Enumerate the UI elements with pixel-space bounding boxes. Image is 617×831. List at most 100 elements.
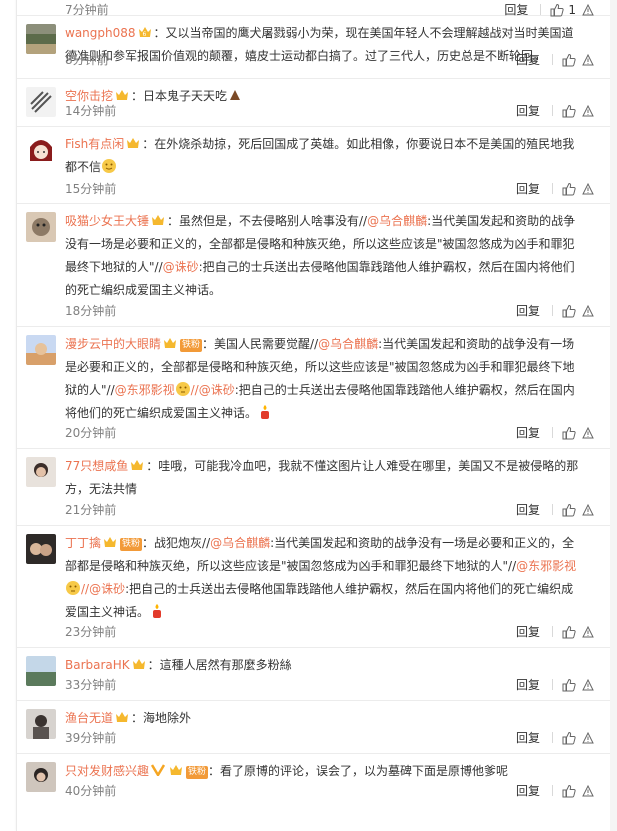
report-icon[interactable] [582, 678, 594, 691]
avatar[interactable] [26, 457, 56, 487]
vip-crown-icon [116, 712, 129, 722]
vip-crown-icon [164, 338, 177, 348]
mention-link[interactable]: @东邪影视 [516, 559, 576, 573]
avatar[interactable] [26, 335, 56, 365]
reply-button[interactable]: 回复 [516, 302, 540, 319]
comment-text: ：海地除外 [131, 711, 192, 725]
vip-crown-icon [152, 215, 165, 225]
comment-content: 77只想咸鱼 ：哇哦，可能我冷血吧，我就不懂这图片让人难受在哪里，美国又不是被侵略… [65, 455, 585, 501]
username-link[interactable]: 渔台无道 [65, 711, 113, 725]
comment-time: 18分钟前 [65, 304, 117, 318]
like-icon[interactable] [562, 503, 576, 517]
report-icon[interactable] [582, 426, 594, 439]
fan-badge: 铁粉 [186, 766, 209, 779]
divider [552, 785, 553, 796]
mention-link[interactable]: //@诛砂 [81, 582, 125, 596]
page-edge [610, 0, 617, 831]
smirk-emoji-icon [102, 159, 117, 173]
reply-button[interactable]: 回复 [516, 623, 540, 640]
report-icon[interactable] [582, 104, 594, 117]
reply-button[interactable]: 回复 [516, 180, 540, 197]
comment-text: ：战犯炮灰// [142, 536, 211, 550]
reply-button[interactable]: 回复 [516, 424, 540, 441]
username-link[interactable]: 漫步云中的大眼睛 [65, 337, 161, 351]
username-link[interactable]: wangph088 [65, 26, 136, 40]
reply-button[interactable]: 回复 [516, 782, 540, 799]
comment-actions: 回复 [516, 180, 594, 197]
avatar[interactable] [26, 212, 56, 242]
comment-content: 漫步云中的大眼睛 铁粉 ：美国人民需要觉醒//@乌合麒麟:当代美国发起和资助的战争没… [65, 333, 585, 425]
comment-content: 只对发财感兴趣 铁粉 ：看了原博的评论，误会了，以为墓碑下面是原博他爹呢 [65, 760, 585, 783]
comment-time: 21分钟前 [65, 503, 117, 517]
reply-button[interactable]: 回复 [516, 729, 540, 746]
report-icon[interactable] [582, 182, 594, 195]
username-link[interactable]: Fish有点闲 [65, 137, 124, 151]
avatar[interactable] [26, 24, 56, 54]
report-icon[interactable] [582, 503, 594, 516]
like-icon[interactable] [562, 625, 576, 639]
report-icon[interactable] [582, 625, 594, 638]
like-icon[interactable] [562, 678, 576, 692]
like-icon[interactable] [562, 182, 576, 196]
username-link[interactable]: 77只想咸鱼 [65, 459, 128, 473]
username-link[interactable]: 吸猫少女王大锤 [65, 214, 149, 228]
mention-link[interactable]: @东邪影视 [115, 383, 175, 397]
username-link[interactable]: 只对发财感兴趣 [65, 764, 149, 778]
like-icon[interactable] [562, 304, 576, 318]
report-icon[interactable] [582, 304, 594, 317]
list-item: BarbaraHK ：這種人居然有那麼多粉絲 33分钟前 回复 [17, 647, 611, 701]
divider [552, 504, 553, 515]
comment-time: 39分钟前 [65, 731, 117, 745]
comment-time: 8分钟前 [65, 53, 109, 67]
like-icon[interactable] [562, 104, 576, 118]
mention-link[interactable]: @乌合麒麟 [318, 337, 378, 351]
comment-time: 33分钟前 [65, 678, 117, 692]
divider [552, 427, 553, 438]
comment-content: 空你击挖 ：日本鬼子天天吃 [65, 85, 585, 108]
list-item: Fish有点闲 ：在外烧杀劫掠，死后回国成了英雄。如此相像，你要说日本不是美国的殖… [17, 126, 611, 204]
comment-actions: 回复 [516, 729, 594, 746]
username-link[interactable]: BarbaraHK [65, 658, 130, 672]
mention-link[interactable]: @诛砂 [163, 260, 199, 274]
vip-crown-icon [104, 537, 117, 547]
avatar[interactable] [26, 762, 56, 792]
vip-crown-icon [127, 138, 140, 148]
avatar[interactable] [26, 709, 56, 739]
comment-text: ：在外烧杀劫掠，死后回国成了英雄。如此相像，你要说日本不是美国的殖民地我都不信 [65, 137, 575, 174]
thinking-emoji-icon [66, 581, 80, 595]
comment-text: ：日本鬼子天天吃 [131, 89, 228, 103]
comment-actions: 回复 [516, 623, 594, 640]
reply-button[interactable]: 回复 [516, 501, 540, 518]
avatar[interactable] [26, 534, 56, 564]
mention-link[interactable]: @乌合麒麟 [210, 536, 270, 550]
divider [552, 105, 553, 116]
divider [552, 54, 553, 65]
reply-button[interactable]: 回复 [516, 102, 540, 119]
divider [552, 183, 553, 194]
username-link[interactable]: 丁丁擒 [65, 536, 101, 550]
report-icon[interactable] [582, 731, 594, 744]
reply-button[interactable]: 回复 [516, 51, 540, 68]
like-icon[interactable] [562, 784, 576, 798]
like-icon[interactable] [562, 53, 576, 67]
report-icon[interactable] [582, 53, 594, 66]
like-icon[interactable] [562, 731, 576, 745]
avatar[interactable] [26, 87, 56, 117]
poop-emoji-icon [230, 90, 241, 100]
avatar[interactable] [26, 656, 56, 686]
divider [552, 626, 553, 637]
comment-content: 丁丁擒 铁粉 ：战犯炮灰//@乌合麒麟:当代美国发起和资助的战争没有一场是必要和正义… [65, 532, 585, 624]
comment-content: Fish有点闲 ：在外烧杀劫掠，死后回国成了英雄。如此相像，你要说日本不是美国的殖… [65, 133, 585, 179]
list-item: 77只想咸鱼 ：哇哦，可能我冷血吧，我就不懂这图片让人难受在哪里，美国又不是被侵略… [17, 448, 611, 526]
mention-link[interactable]: @乌合麒麟 [367, 214, 427, 228]
divider [552, 679, 553, 690]
mention-link[interactable]: //@诛砂 [191, 383, 235, 397]
thinking-emoji-icon [175, 382, 190, 396]
report-icon[interactable] [582, 3, 594, 16]
report-icon[interactable] [582, 784, 594, 797]
reply-button[interactable]: 回复 [516, 676, 540, 693]
username-link[interactable]: 空你击挖 [65, 89, 113, 103]
avatar[interactable] [26, 135, 56, 165]
comment-list: 7分钟前 回复 1 wangph088 6 ：又以当帝国的鹰犬屠戮弱小为荣，现在美国… [16, 0, 612, 831]
like-icon[interactable] [562, 426, 576, 440]
